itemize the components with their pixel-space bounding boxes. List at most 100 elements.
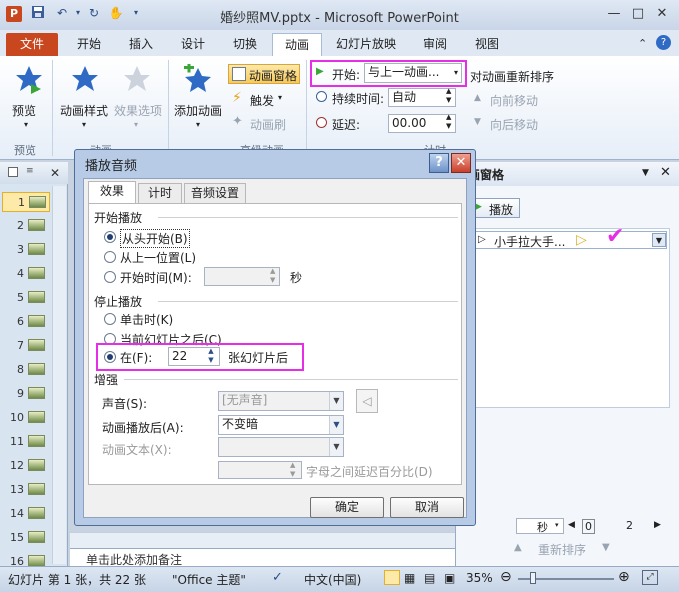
tab-view[interactable]: 视图: [464, 33, 510, 56]
dialog-title: 播放音频: [85, 159, 138, 174]
play-button[interactable]: ▶ 播放: [470, 198, 520, 218]
minimize-button[interactable]: —: [604, 6, 624, 22]
reorder-up-icon[interactable]: ▲: [514, 542, 522, 553]
dialog-tab-audio-settings[interactable]: 音频设置: [184, 183, 246, 203]
outline-view-icon[interactable]: ≡: [26, 167, 36, 177]
tab-animations[interactable]: 动画: [272, 33, 322, 56]
close-animation-pane-icon[interactable]: ✕: [660, 165, 671, 180]
start-dropdown[interactable]: 与上一动画... ▾: [364, 63, 462, 83]
normal-view-icon[interactable]: [384, 570, 400, 585]
cancel-button[interactable]: 取消: [390, 497, 464, 518]
letter-delay-spinner[interactable]: ▲ ▼: [290, 461, 295, 479]
start-label: 开始:: [332, 68, 361, 82]
dialog-help-button[interactable]: ?: [429, 153, 449, 173]
effect-star-icon: [124, 66, 150, 91]
slide-thumbnail[interactable]: 3: [2, 240, 50, 260]
restore-button[interactable]: □: [628, 6, 648, 22]
tab-file[interactable]: 文件: [6, 33, 58, 56]
notes-area[interactable]: 单击此处添加备注: [70, 548, 455, 567]
radio-from-last-position[interactable]: [104, 251, 116, 263]
timeline-right-icon[interactable]: ▶: [654, 520, 661, 530]
slide-thumbnail[interactable]: 5: [2, 288, 50, 308]
zoom-out-icon[interactable]: ⊖: [500, 569, 512, 585]
dialog-tab-timing[interactable]: 计时: [138, 183, 182, 203]
help-icon[interactable]: ?: [656, 35, 671, 50]
add-animation-button[interactable]: 添加动画 ▾: [172, 62, 226, 134]
preview-button[interactable]: 预览 ▾: [8, 62, 48, 132]
radio-on-click[interactable]: [104, 313, 116, 325]
sound-speaker-icon[interactable]: ◁: [356, 389, 378, 413]
animation-painter-button[interactable]: ✦ 动画刷: [230, 114, 294, 132]
slide-canvas-scrollbar[interactable]: [70, 532, 455, 548]
slide-thumbnail[interactable]: 9: [2, 384, 50, 404]
slide-thumbnail[interactable]: 10: [2, 408, 50, 428]
slide-thumbnail[interactable]: 15: [2, 528, 50, 548]
slide-thumbnail[interactable]: 6: [2, 312, 50, 332]
sound-dropdown[interactable]: [无声音] ▼: [218, 391, 344, 411]
time-unit-dropdown[interactable]: 秒 ▾: [516, 518, 564, 534]
dialog-tab-effect[interactable]: 效果: [88, 181, 136, 203]
tab-home[interactable]: 开始: [66, 33, 112, 56]
reading-view-icon[interactable]: ▤: [424, 571, 435, 585]
slide-thumbnail[interactable]: 2: [2, 216, 50, 236]
tab-review[interactable]: 审阅: [412, 33, 458, 56]
radio-from-beginning[interactable]: [104, 231, 116, 243]
tab-design[interactable]: 设计: [170, 33, 216, 56]
reorder-down-icon[interactable]: ▼: [602, 542, 610, 553]
animation-pane-button[interactable]: 动画窗格: [228, 64, 300, 84]
thumb-scrollbar[interactable]: [52, 186, 66, 564]
radio-start-time[interactable]: [104, 271, 116, 283]
close-button[interactable]: ✕: [652, 6, 672, 22]
tab-transitions[interactable]: 切换: [222, 33, 268, 56]
down-arrow-icon: ▼: [474, 117, 481, 127]
timeline-left-icon[interactable]: ◀: [568, 520, 575, 530]
item-dropdown-icon[interactable]: ▼: [652, 233, 666, 247]
slides-view-icon[interactable]: [8, 167, 18, 177]
slide-thumbnail[interactable]: 11: [2, 432, 50, 452]
close-pane-icon[interactable]: ✕: [50, 166, 60, 180]
start-time-spinner[interactable]: ▲ ▼: [270, 267, 275, 285]
status-bar: 幻灯片 第 1 张，共 22 张 "Office 主题" ✓ 中文(中国) ▦ …: [0, 566, 679, 592]
zoom-slider-thumb[interactable]: [530, 572, 536, 584]
language[interactable]: 中文(中国): [304, 571, 361, 588]
ribbon-minimize-icon[interactable]: ⌃: [638, 37, 647, 50]
slide-sorter-icon[interactable]: ▦: [404, 571, 415, 585]
zoom-level[interactable]: 35%: [466, 571, 493, 585]
slideshow-view-icon[interactable]: ▣: [444, 571, 455, 585]
start-time-input[interactable]: [204, 267, 280, 286]
trigger-button[interactable]: ⚡ 触发 ▾: [230, 90, 290, 108]
ok-button[interactable]: 确定: [310, 497, 384, 518]
theme-name: "Office 主题": [172, 573, 246, 587]
slide-thumbnail[interactable]: 7: [2, 336, 50, 356]
dialog-close-button[interactable]: ✕: [451, 153, 471, 173]
group-label-preview: 预览: [14, 144, 36, 157]
animation-pane-icon: [232, 67, 246, 81]
slide-number: 12: [10, 459, 24, 472]
spellcheck-icon[interactable]: ✓: [272, 570, 283, 585]
slide-thumbnail[interactable]: 4: [2, 264, 50, 284]
slide-preview-image: [28, 291, 45, 303]
animate-text-dropdown[interactable]: ▼: [218, 437, 344, 457]
pane-dropdown-icon[interactable]: ▼: [642, 168, 649, 178]
animation-styles-button[interactable]: 动画样式 ▾: [58, 62, 112, 134]
fit-window-icon[interactable]: ⤢: [642, 570, 658, 585]
delay-spinner[interactable]: ▲ ▼: [446, 113, 451, 131]
animation-list-item[interactable]: 0 ▷ 小手拉大手... ▷ ✔ ▼: [465, 224, 667, 249]
radio-after-slides[interactable]: [104, 351, 116, 363]
slide-thumbnail[interactable]: 12: [2, 456, 50, 476]
slide-thumbnail[interactable]: 1: [2, 192, 50, 212]
slide-thumbnail[interactable]: 14: [2, 504, 50, 524]
after-animation-dropdown[interactable]: 不变暗 ▼: [218, 415, 344, 435]
slide-thumbnail[interactable]: 13: [2, 480, 50, 500]
slide-thumbnail[interactable]: 8: [2, 360, 50, 380]
effect-options-button[interactable]: 效果选项 ▾: [112, 62, 164, 134]
zoom-in-icon[interactable]: ⊕: [618, 569, 630, 585]
tab-insert[interactable]: 插入: [118, 33, 164, 56]
duration-spinner[interactable]: ▲ ▼: [446, 87, 451, 105]
tab-slideshow[interactable]: 幻灯片放映: [330, 33, 402, 56]
move-later-button[interactable]: ▼ 向后移动: [474, 116, 554, 134]
slides-count-spinner[interactable]: ▲ ▼: [204, 347, 218, 366]
reorder-label: 对动画重新排序: [470, 70, 555, 84]
preview-star-icon: [16, 66, 42, 94]
move-earlier-button[interactable]: ▲ 向前移动: [474, 92, 554, 110]
